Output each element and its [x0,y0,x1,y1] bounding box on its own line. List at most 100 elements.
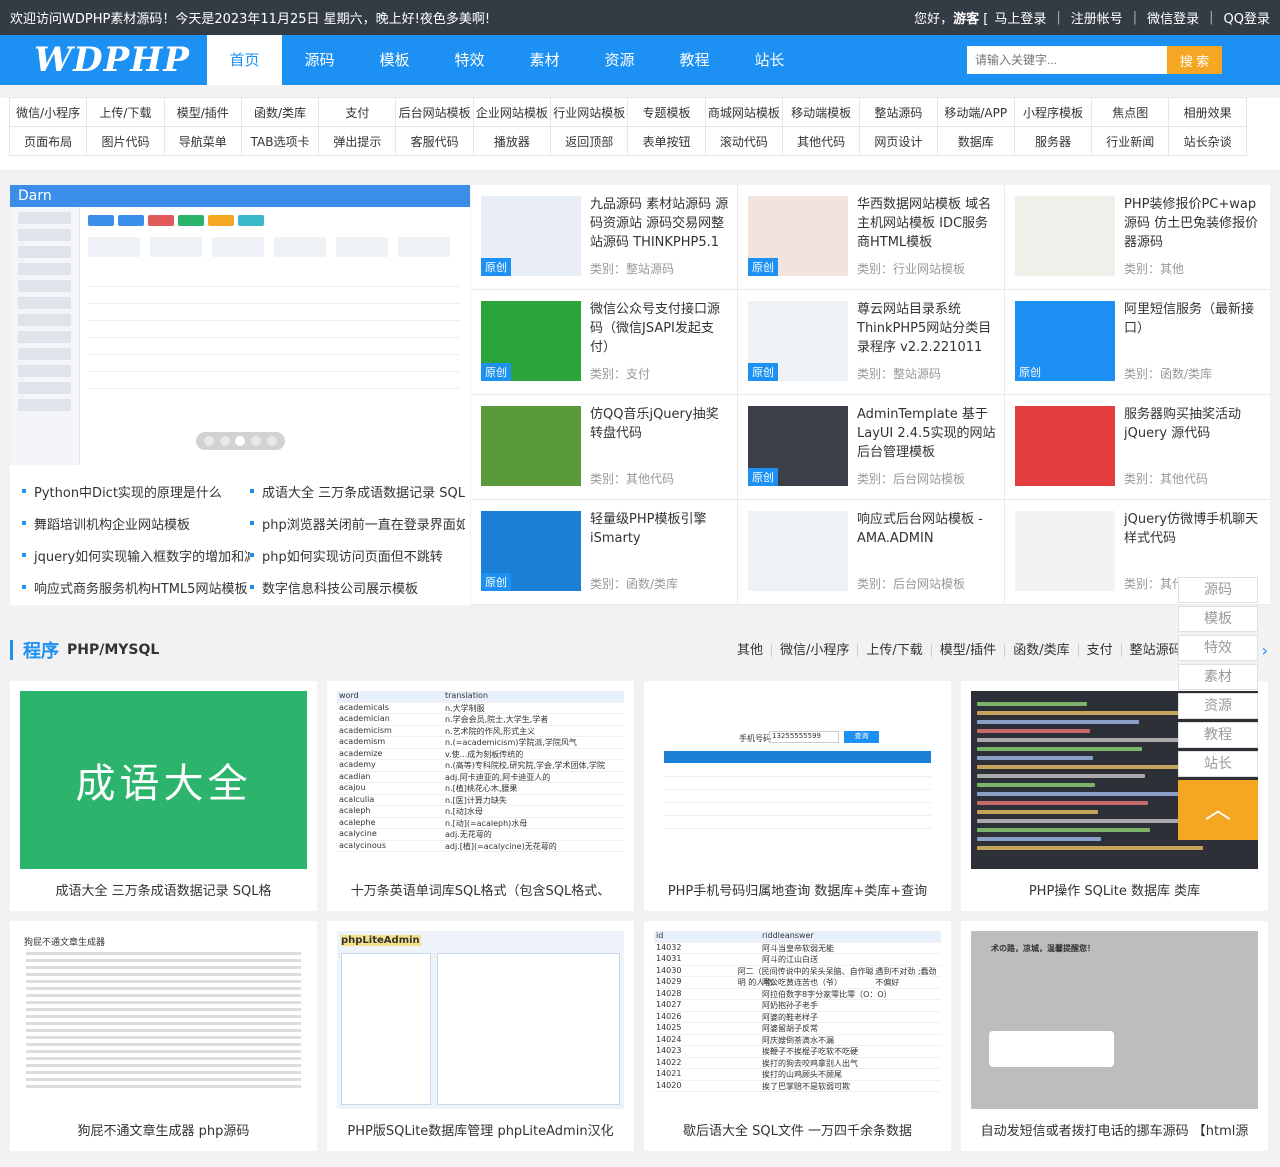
category-link[interactable]: 行业网站模板 [550,97,629,127]
category-link[interactable]: 站长杂谈 [1168,126,1247,156]
resource-card[interactable]: 原创 尊云网站目录系统ThinkPHP5网站分类目录程序 v2.2.221011 类… [738,290,1004,395]
news-item[interactable]: 舞蹈培训机构企业网站模板 [22,507,250,539]
float-nav-item[interactable]: 资源 [1178,693,1258,719]
product-caption[interactable]: 自动发短信或者拨打电话的挪车源码 【html源 [967,1120,1262,1139]
site-logo[interactable]: WDPHP [0,35,207,85]
category-link[interactable]: 焦点图 [1091,97,1170,127]
card-title[interactable]: AdminTemplate 基于LayUI 2.4.5实现的网站后台管理模板 [857,405,996,462]
news-item[interactable]: jquery如何实现输入框数字的增加和减 [22,539,250,571]
wechat-login-link[interactable]: 微信登录 [1147,8,1199,27]
product-image[interactable]: 术の路，凉城，温馨提醒您！ [971,931,1258,1109]
card-title[interactable]: 轻量级PHP模板引擎iSmarty [590,510,729,548]
card-title[interactable]: 响应式后台网站模板 - AMA.ADMIN [857,510,996,548]
category-link[interactable]: 后台网站模板 [395,97,474,127]
nav-item[interactable]: 源码 [282,35,357,85]
search-input[interactable] [967,46,1167,74]
card-thumbnail[interactable]: 原创 [481,301,581,381]
product-caption[interactable]: PHP操作 SQLite 数据库 类库 [967,880,1262,899]
card-title[interactable]: 阿里短信服务（最新接口） [1124,300,1262,338]
login-link[interactable]: 马上登录 [994,8,1046,27]
card-thumbnail[interactable] [1015,196,1115,276]
category-link[interactable]: 专题模板 [627,97,706,127]
float-nav-item[interactable]: 素材 [1178,664,1258,690]
resource-card[interactable]: 原创 轻量级PHP模板引擎iSmarty 类别：函数/类库 [471,500,737,605]
product-caption[interactable]: 成语大全 三万条成语数据记录 SQL格 [16,880,311,899]
product-card[interactable]: 术の路，凉城，温馨提醒您！ 自动发短信或者拨打电话的挪车源码 【html源 [961,921,1268,1151]
section-tab[interactable]: 上传/下载 [857,643,930,657]
product-image[interactable]: phpLiteAdmin [337,931,624,1109]
category-link[interactable]: 微信/小程序 [9,97,88,127]
register-link[interactable]: 注册帐号 [1071,8,1123,27]
news-item[interactable]: php浏览器关闭前一直在登录界面如何 [250,507,465,539]
card-thumbnail[interactable] [1015,511,1115,591]
banner-slider[interactable]: Darn [10,185,470,465]
product-card[interactable]: 狗屁不通文章生成器狗屁不通文章生成器 php源码 [10,921,317,1151]
news-item[interactable]: Python中Dict实现的原理是什么 [22,475,250,507]
product-card[interactable]: phpLiteAdmin PHP版SQLite数据库管理 phpLiteAdmin… [327,921,634,1151]
nav-item[interactable]: 模板 [357,35,432,85]
card-title[interactable]: 微信公众号支付接口源码（微信JSAPI发起支付） [590,300,729,357]
news-item[interactable]: 响应式商务服务机构HTML5网站模板 [22,571,250,603]
product-card[interactable]: word translation academicals n.大学制服 academic… [327,681,634,911]
news-item[interactable]: php如何实现访问页面但不跳转 [250,539,465,571]
category-link[interactable]: 行业新闻 [1091,126,1170,156]
nav-item[interactable]: 资源 [582,35,657,85]
card-title[interactable]: 尊云网站目录系统ThinkPHP5网站分类目录程序 v2.2.221011 [857,300,996,357]
card-thumbnail[interactable]: 原创 [481,196,581,276]
search-button[interactable]: 搜 索 [1167,46,1222,74]
resource-card[interactable]: PHP装修报价PC+wap源码 仿土巴兔装修报价器源码 类别：其他 [1005,185,1270,290]
card-thumbnail[interactable]: 原创 [748,406,848,486]
slider-dot[interactable] [203,436,214,446]
phone-query-button[interactable]: 查询 [844,731,879,743]
product-image[interactable]: word translation academicals n.大学制服 academic… [337,691,624,869]
slider-dot[interactable] [267,436,278,446]
resource-card[interactable]: 原创 九品源码 素材站源码 源码资源站 源码交易网整站源码 THINKPHP5.1… [471,185,737,290]
resource-card[interactable]: 原创 微信公众号支付接口源码（微信JSAPI发起支付） 类别：支付 [471,290,737,395]
category-link[interactable]: 移动端模板 [781,97,861,127]
card-thumbnail[interactable] [1015,406,1115,486]
category-link[interactable]: 小程序模板 [1013,97,1093,127]
resource-card[interactable]: 服务器购买抽奖活动jQuery 源代码 类别：其他代码 [1005,395,1270,500]
category-link[interactable]: TAB选项卡 [240,126,320,156]
section-tab[interactable]: 模型/插件 [930,643,1004,657]
product-image[interactable]: 狗屁不通文章生成器 [20,931,307,1109]
qq-login-link[interactable]: QQ登录 [1224,8,1270,27]
card-thumbnail[interactable]: 原创 [1015,301,1115,381]
float-nav-item[interactable]: 站长 [1178,751,1258,777]
chevron-right-icon[interactable]: › [1262,641,1268,660]
category-link[interactable]: 模型/插件 [163,97,242,127]
slider-dot[interactable] [219,436,230,446]
float-nav-item[interactable]: 源码 [1178,577,1258,603]
category-link[interactable]: 企业网站模板 [472,97,552,127]
news-item[interactable]: 数字信息科技公司展示模板 [250,571,465,603]
category-link[interactable]: 播放器 [472,126,552,156]
card-title[interactable]: PHP装修报价PC+wap源码 仿土巴兔装修报价器源码 [1124,195,1262,252]
category-link[interactable]: 页面布局 [9,126,88,156]
section-tab[interactable]: 函数/类库 [1004,643,1077,657]
card-title[interactable]: 九品源码 素材站源码 源码资源站 源码交易网整站源码 THINKPHP5.1内核 [590,195,729,253]
category-link[interactable]: 弹出提示 [318,126,397,156]
category-link[interactable]: 移动端/APP [936,97,1015,127]
float-nav-item[interactable]: 教程 [1178,722,1258,748]
product-card[interactable]: id riddle answer 14032 阿斗当皇帝 软弱无能 14031 阿斗的江山 白送… [644,921,951,1151]
product-caption[interactable]: PHP版SQLite数据库管理 phpLiteAdmin汉化 [333,1120,628,1139]
product-card[interactable]: 手机号码 13255555599 查询 PHP手机号码归属地查询 数据库+类库+查询 [644,681,951,911]
product-caption[interactable]: 狗屁不通文章生成器 php源码 [16,1120,311,1139]
resource-card[interactable]: 原创 阿里短信服务（最新接口） 类别：函数/类库 [1005,290,1270,395]
category-link[interactable]: 数据库 [936,126,1015,156]
float-nav-item[interactable]: 特效 [1178,635,1258,661]
category-link[interactable]: 网页设计 [859,126,938,156]
float-nav-item[interactable]: 模板 [1178,606,1258,632]
card-thumbnail[interactable]: 原创 [748,301,848,381]
news-item[interactable]: 成语大全 三万条成语数据记录 SQL格 [250,475,465,507]
card-thumbnail[interactable]: 原创 [748,196,848,276]
product-caption[interactable]: PHP手机号码归属地查询 数据库+类库+查询 [650,880,945,899]
card-thumbnail[interactable] [748,511,848,591]
section-tab[interactable]: 支付 [1077,643,1121,657]
category-link[interactable]: 函数/类库 [240,97,320,127]
category-link[interactable]: 表单按钮 [627,126,706,156]
product-image[interactable]: 手机号码 13255555599 查询 [654,691,941,869]
section-tab[interactable]: 微信/小程序 [771,643,857,657]
category-link[interactable]: 支付 [318,97,397,127]
card-title[interactable]: 仿QQ音乐jQuery抽奖转盘代码 [590,405,729,443]
